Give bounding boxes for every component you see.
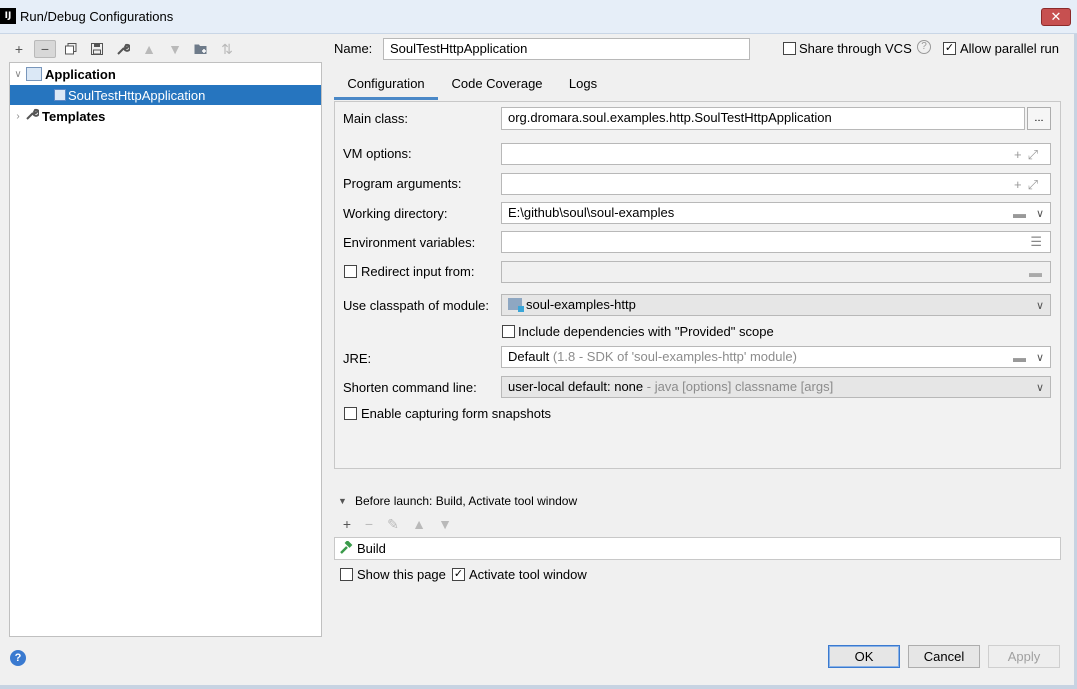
help-icon[interactable]: ?	[10, 650, 26, 666]
tab-code-coverage[interactable]: Code Coverage	[444, 70, 550, 100]
program-arguments-input[interactable]: +⤢	[501, 173, 1051, 195]
activate-tool-window-checkbox[interactable]: ✓	[452, 568, 465, 581]
folder-icon: ▬	[1029, 265, 1042, 280]
config-toolbar: + − ▲ ▼ ⇅	[8, 40, 238, 58]
name-input[interactable]: SoulTestHttpApplication	[383, 38, 750, 60]
before-launch-header: Before launch: Build, Activate tool wind…	[355, 494, 578, 508]
chevron-down-icon[interactable]: ∨	[1036, 378, 1044, 397]
list-item[interactable]: Build	[335, 538, 1060, 559]
configuration-tree: ∨ Application SoulTestHttpApplication › …	[9, 62, 322, 637]
save-icon[interactable]	[86, 40, 108, 58]
application-icon	[26, 67, 42, 81]
allow-parallel-checkbox[interactable]: ✓	[943, 42, 956, 55]
include-dependencies-label: Include dependencies with "Provided" sco…	[518, 324, 774, 339]
expand-icon[interactable]: +⤢	[1014, 175, 1044, 194]
classpath-module-select[interactable]: soul-examples-http ∨	[501, 294, 1051, 316]
tab-configuration[interactable]: Configuration	[334, 70, 438, 100]
jre-label: JRE:	[343, 351, 372, 366]
intellij-app-icon: IJ	[0, 8, 16, 24]
minus-icon[interactable]: −	[360, 515, 378, 533]
show-this-page-label: Show this page	[357, 567, 446, 582]
document-icon[interactable]: ☰	[1030, 232, 1042, 252]
arrow-down-icon[interactable]: ▼	[434, 515, 456, 533]
hammer-icon	[339, 540, 353, 558]
title-bar: IJ Run/Debug Configurations ✕	[0, 0, 1077, 34]
main-class-input[interactable]: org.dromara.soul.examples.http.SoulTestH…	[501, 107, 1025, 130]
tree-item-soultesthttpapplication[interactable]: SoulTestHttpApplication	[10, 85, 321, 105]
pencil-icon[interactable]: ✎	[382, 515, 404, 533]
module-icon	[508, 298, 524, 312]
main-class-label: Main class:	[343, 111, 409, 126]
arrow-down-icon[interactable]: ▼	[164, 40, 186, 58]
tree-item-label: Application	[45, 66, 116, 82]
sort-icon[interactable]: ⇅	[216, 40, 238, 58]
arrow-up-icon[interactable]: ▲	[138, 40, 160, 58]
form-snapshots-label: Enable capturing form snapshots	[361, 406, 552, 421]
chevron-right-icon[interactable]: ›	[10, 111, 26, 122]
apply-button[interactable]: Apply	[988, 645, 1060, 668]
jre-select[interactable]: Default (1.8 - SDK of 'soul-examples-htt…	[501, 346, 1051, 368]
plus-icon[interactable]: +	[338, 515, 356, 533]
folder-icon[interactable]: ▬	[1013, 204, 1026, 223]
working-directory-label: Working directory:	[343, 206, 448, 221]
classpath-module-label: Use classpath of module:	[343, 298, 489, 313]
arrow-up-icon[interactable]: ▲	[408, 515, 430, 533]
vm-options-label: VM options:	[343, 146, 412, 161]
tree-item-application[interactable]: ∨ Application	[10, 64, 321, 84]
environment-variables-input[interactable]: ☰	[501, 231, 1051, 253]
share-vcs-label: Share through VCS	[799, 41, 912, 56]
browse-button[interactable]: ...	[1027, 107, 1051, 130]
copy-icon[interactable]	[60, 40, 82, 58]
folder-add-icon[interactable]	[190, 40, 212, 58]
redirect-input-checkbox[interactable]	[344, 265, 357, 278]
collapse-triangle-icon[interactable]: ▼	[338, 496, 347, 506]
plus-icon[interactable]: +	[8, 40, 30, 58]
shorten-command-line-label: Shorten command line:	[343, 380, 477, 395]
before-launch-toolbar: + − ✎ ▲ ▼	[338, 515, 456, 533]
activate-tool-window-label: Activate tool window	[469, 567, 587, 582]
expand-icon[interactable]: +⤢	[1014, 145, 1044, 164]
minus-icon[interactable]: −	[34, 40, 56, 58]
program-arguments-label: Program arguments:	[343, 176, 462, 191]
working-directory-input[interactable]: E:\github\soul\soul-examples ▬ ∨	[501, 202, 1051, 224]
help-circle-icon[interactable]: ?	[917, 40, 931, 54]
chevron-down-icon[interactable]: ∨	[1036, 348, 1044, 367]
vm-options-input[interactable]: +⤢	[501, 143, 1051, 165]
chevron-down-icon[interactable]: ∨	[10, 69, 26, 80]
close-button[interactable]: ✕	[1041, 8, 1071, 26]
chevron-down-icon[interactable]: ∨	[1036, 296, 1044, 315]
tab-logs[interactable]: Logs	[560, 70, 606, 100]
share-vcs-checkbox[interactable]	[783, 42, 796, 55]
cancel-button[interactable]: Cancel	[908, 645, 980, 668]
ok-button[interactable]: OK	[828, 645, 900, 668]
redirect-input-field: ▬	[501, 261, 1051, 283]
tree-item-templates[interactable]: › Templates	[10, 106, 321, 126]
tree-item-label: Templates	[42, 108, 106, 124]
wrench-icon[interactable]	[112, 40, 134, 58]
window-border-bottom	[0, 685, 1077, 689]
form-snapshots-checkbox[interactable]	[344, 407, 357, 420]
allow-parallel-label: Allow parallel run	[960, 41, 1059, 56]
name-label: Name:	[334, 41, 373, 56]
chevron-down-icon[interactable]: ∨	[1036, 204, 1044, 223]
list-item-label: Build	[357, 541, 386, 556]
window-title: Run/Debug Configurations	[20, 9, 174, 24]
show-this-page-checkbox[interactable]	[340, 568, 353, 581]
environment-variables-label: Environment variables:	[343, 235, 476, 250]
tree-item-label: SoulTestHttpApplication	[68, 87, 206, 103]
redirect-input-label: Redirect input from:	[361, 264, 475, 279]
folder-icon[interactable]: ▬	[1013, 348, 1026, 367]
include-dependencies-checkbox[interactable]	[502, 325, 515, 338]
before-launch-list: Build	[334, 537, 1061, 560]
shorten-command-line-select[interactable]: user-local default: none - java [options…	[501, 376, 1051, 398]
application-icon	[54, 89, 66, 101]
wrench-icon	[26, 108, 42, 124]
